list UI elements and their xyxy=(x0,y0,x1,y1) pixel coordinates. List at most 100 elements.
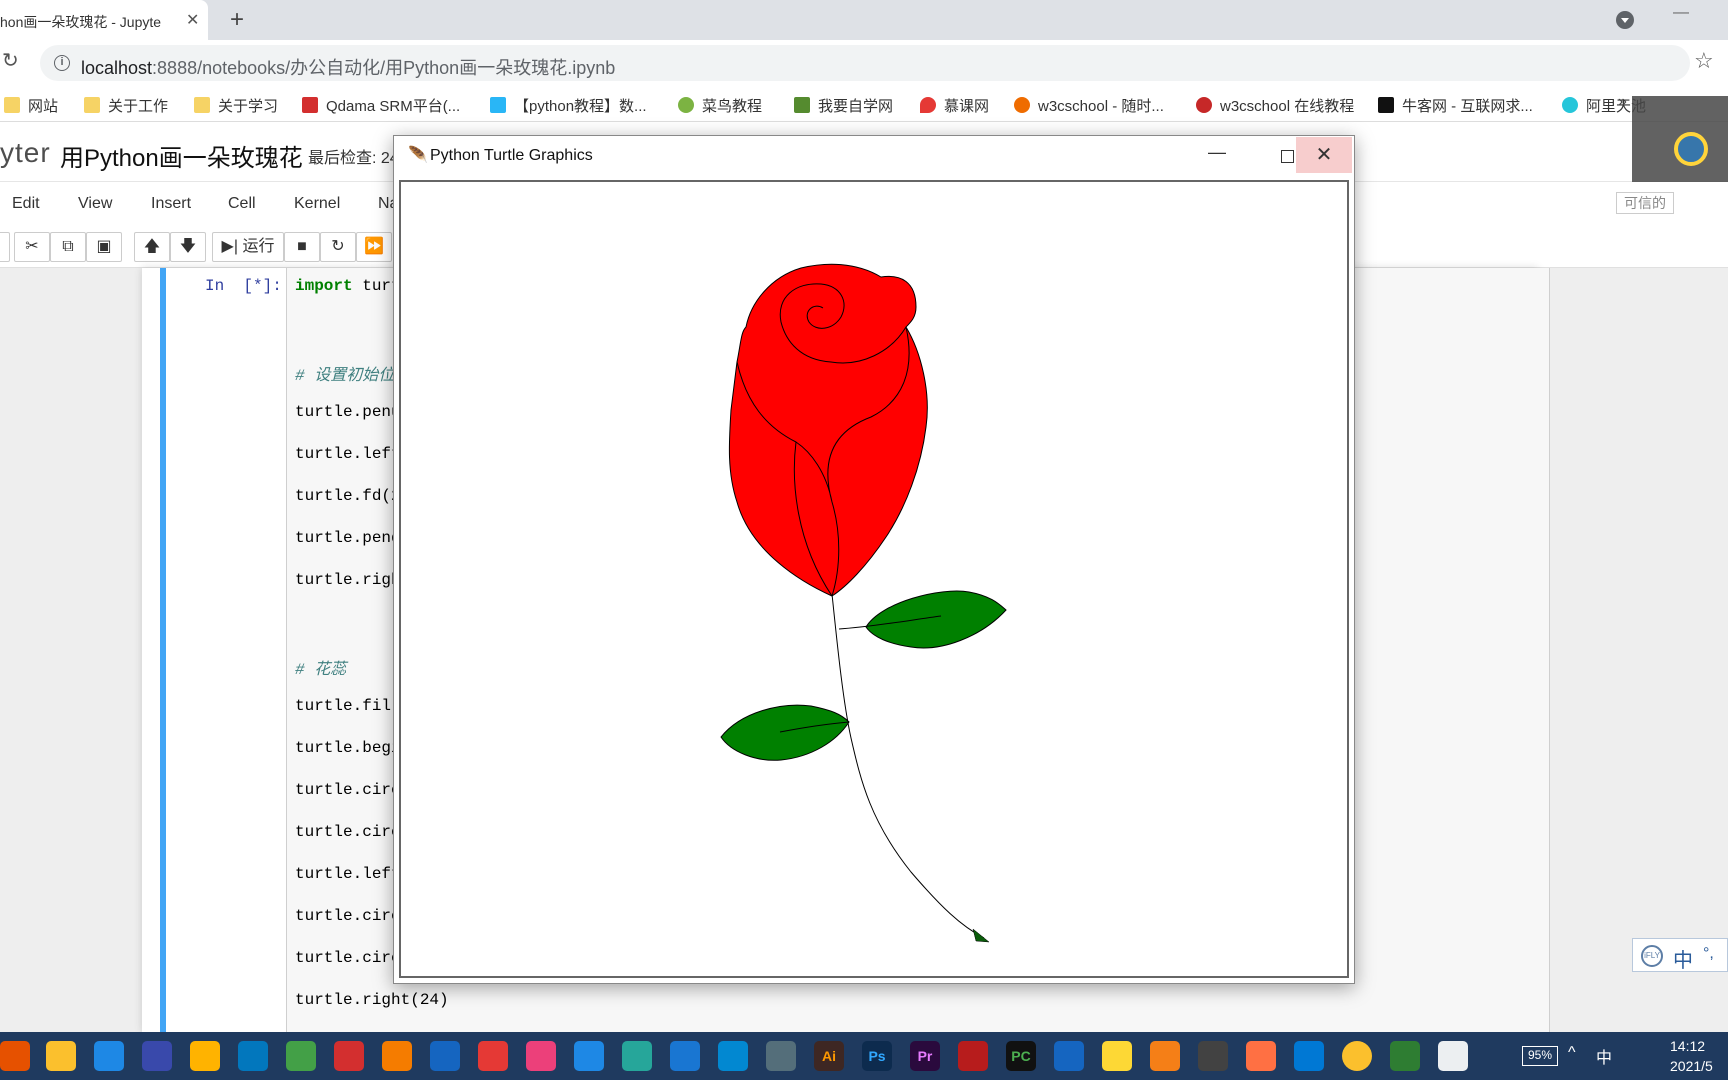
code-line: turtle.begi xyxy=(295,739,401,757)
bookmark-item[interactable]: w3cschool - 随时... xyxy=(1014,95,1164,116)
code-line: turtle.right(24) xyxy=(295,991,449,1009)
r-icon[interactable] xyxy=(766,1041,796,1071)
url-text[interactable]: localhost:8888/notebooks/办公自动化/用Python画一… xyxy=(81,54,615,80)
code-line: turtle.penu xyxy=(295,403,401,421)
thunder-icon[interactable] xyxy=(142,1041,172,1071)
folder-icon xyxy=(84,97,100,113)
omnibox[interactable]: i localhost:8888/notebooks/办公自动化/用Python… xyxy=(40,45,1690,81)
tray-expand-icon[interactable]: ^ xyxy=(1568,1044,1576,1062)
bilibili-icon xyxy=(490,97,506,113)
tools-icon[interactable] xyxy=(238,1041,268,1071)
bookmark-item[interactable]: 菜鸟教程 xyxy=(678,95,762,116)
tab-search-icon[interactable] xyxy=(1616,11,1634,29)
trusted-badge[interactable]: 可信的 xyxy=(1616,192,1674,214)
explorer-icon[interactable] xyxy=(46,1041,76,1071)
photoshop-icon[interactable]: Ps xyxy=(862,1041,892,1071)
spider-icon[interactable] xyxy=(1198,1041,1228,1071)
tiles-icon[interactable] xyxy=(286,1041,316,1071)
mysql-icon[interactable] xyxy=(1054,1041,1084,1071)
board-icon[interactable] xyxy=(430,1041,460,1071)
bookmark-item[interactable]: 关于学习 xyxy=(194,95,278,116)
browser-tab-strip: hon画一朵玫瑰花 - Jupyte ✕ + — xyxy=(0,0,1728,40)
sublime-icon[interactable] xyxy=(1150,1041,1180,1071)
runoob-icon xyxy=(678,97,694,113)
chrome-icon[interactable] xyxy=(1342,1041,1372,1071)
qdama-icon xyxy=(302,97,318,113)
new-tab-button[interactable]: + xyxy=(230,6,244,34)
bookmark-star-icon[interactable]: ☆ xyxy=(1694,48,1714,74)
cut-icon[interactable]: ✂ xyxy=(14,232,50,262)
file-icon[interactable] xyxy=(1438,1041,1468,1071)
notes-icon[interactable] xyxy=(190,1041,220,1071)
pycharm-icon[interactable]: PC xyxy=(1006,1041,1036,1071)
tab-title: hon画一朵玫瑰花 - Jupyte xyxy=(0,14,162,30)
menu-edit[interactable]: Edit xyxy=(12,195,40,213)
anaconda-icon[interactable] xyxy=(718,1041,748,1071)
jupyter-app-icon[interactable] xyxy=(1246,1041,1276,1071)
minimize-icon[interactable]: — xyxy=(1673,4,1689,22)
notebook-title[interactable]: 用Python画一朵玫瑰花 xyxy=(60,138,303,173)
premiere-icon[interactable]: Pr xyxy=(910,1041,940,1071)
bookmark-item[interactable]: 慕课网 xyxy=(920,95,989,116)
turtle-canvas[interactable] xyxy=(399,180,1349,978)
search-app-icon[interactable] xyxy=(382,1041,412,1071)
vscode-icon[interactable] xyxy=(1294,1041,1324,1071)
run-button[interactable]: ▶| 运行 xyxy=(212,232,284,262)
sync-icon[interactable] xyxy=(670,1041,700,1071)
feather-icon: 🪶 xyxy=(408,147,428,164)
ime-mode[interactable]: 中 xyxy=(1673,944,1693,973)
interrupt-icon[interactable]: ■ xyxy=(284,232,320,262)
move-down-icon[interactable]: 🡇 xyxy=(170,232,206,262)
xmind-icon[interactable] xyxy=(478,1041,508,1071)
tab-close-icon[interactable]: ✕ xyxy=(186,10,199,30)
restart-icon[interactable]: ↻ xyxy=(320,232,356,262)
paste-icon[interactable]: ▣ xyxy=(86,232,122,262)
acrobat-icon[interactable] xyxy=(958,1041,988,1071)
reload-icon[interactable]: ↻ xyxy=(2,48,19,73)
bookmarks-overflow-icon[interactable]: » xyxy=(1618,93,1627,111)
camera-icon[interactable] xyxy=(526,1041,556,1071)
rose-drawing xyxy=(720,263,1007,943)
right-leaf xyxy=(865,590,1007,649)
close-icon[interactable]: ✕ xyxy=(1296,137,1352,173)
bookmark-item[interactable]: 关于工作 xyxy=(84,95,168,116)
bookmark-item[interactable]: 【python教程】数... xyxy=(490,95,647,116)
run-icon: ▶| xyxy=(221,238,238,255)
bookmark-item[interactable]: 我要自学网 xyxy=(794,95,893,116)
save-button[interactable] xyxy=(0,232,10,262)
book-icon[interactable] xyxy=(574,1041,604,1071)
rose-petals xyxy=(728,263,928,597)
tray-ime-indicator[interactable]: 中 xyxy=(1596,1044,1612,1068)
panda-app-icon[interactable] xyxy=(94,1041,124,1071)
pie-icon[interactable] xyxy=(334,1041,364,1071)
move-up-icon[interactable]: 🡅 xyxy=(134,232,170,262)
browser-tab[interactable]: hon画一朵玫瑰花 - Jupyte xyxy=(0,0,208,40)
restart-run-all-icon[interactable]: ⏩ xyxy=(356,232,392,262)
menu-insert[interactable]: Insert xyxy=(151,195,191,213)
code-line: turtle.fd(2 xyxy=(295,487,401,505)
wechat-icon[interactable] xyxy=(1390,1041,1420,1071)
turtle-window-titlebar[interactable]: 🪶 Python Turtle Graphics — ✕ xyxy=(394,136,1354,176)
site-info-icon[interactable]: i xyxy=(54,55,70,71)
bookmark-item[interactable]: Qdama SRM平台(... xyxy=(302,95,460,116)
clock[interactable]: 14:12 2021/5 xyxy=(1670,1036,1713,1076)
zixue-icon xyxy=(794,97,810,113)
jupyter-logo[interactable]: yter xyxy=(0,137,51,169)
bookmark-item[interactable]: 网站 xyxy=(4,95,58,116)
grid-icon[interactable] xyxy=(622,1041,652,1071)
start-app-icon[interactable] xyxy=(0,1041,30,1071)
menu-kernel[interactable]: Kernel xyxy=(294,195,340,213)
battery-indicator[interactable]: 95% xyxy=(1522,1046,1558,1066)
minimize-icon[interactable]: — xyxy=(1194,142,1240,172)
ime-floating-bar[interactable]: iFLY 中 °, xyxy=(1632,938,1728,972)
url-host: localhost xyxy=(81,58,153,78)
duck-icon[interactable] xyxy=(1102,1041,1132,1071)
menu-cell[interactable]: Cell xyxy=(228,195,256,213)
ime-punctuation[interactable]: °, xyxy=(1703,945,1714,963)
bookmark-item[interactable]: 牛客网 - 互联网求... xyxy=(1378,95,1533,116)
copy-icon[interactable]: ⧉ xyxy=(50,232,86,262)
illustrator-icon[interactable]: Ai xyxy=(814,1041,844,1071)
bookmark-item[interactable]: w3cschool 在线教程 xyxy=(1196,95,1354,116)
w3cschool-icon xyxy=(1014,97,1030,113)
menu-view[interactable]: View xyxy=(78,195,112,213)
